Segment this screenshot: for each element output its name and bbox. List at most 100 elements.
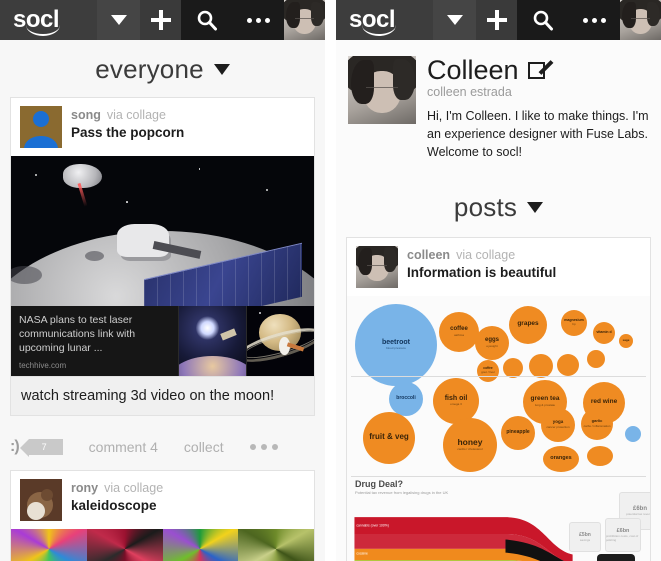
search-icon [533,10,553,31]
feed-title: everyone [95,54,204,84]
feed-header-posts[interactable]: posts [336,173,661,237]
kaleidoscope-thumb[interactable] [87,529,163,561]
dual-phone-screenshot: socl everyone song via collage Pass the … [0,0,661,561]
collect-button[interactable]: collect [184,439,224,455]
bubble-label: eggs [484,337,499,344]
infographic-information-is-beautiful[interactable]: beetroot blood pressure coffee asthma eg… [347,295,650,561]
bubble-tail-blue [625,425,641,442]
post-meta: song via collage Pass the popcorn [71,106,184,140]
nav-search-button[interactable] [517,9,569,31]
reaction-count-badge[interactable]: 7 [19,439,63,457]
post-more-button[interactable] [249,444,278,450]
stat-chip-sub: prohibition costs, cost of policing [606,533,639,542]
bubble-oranges: oranges [543,445,579,472]
article-caption[interactable]: NASA plans to test laser communications … [11,306,178,376]
feed-everyone[interactable]: everyone song via collage Pass the popco… [0,40,325,561]
bubble-sublabel: gout / liver [481,370,495,375]
bubble-label: green tea [530,395,560,403]
bubble-coffee-asthma: coffee asthma [439,311,479,352]
plus-icon [486,10,507,30]
comment-button[interactable]: comment 4 [89,439,158,455]
post-title[interactable]: Information is beautiful [407,265,556,280]
nav-add-button[interactable] [140,0,181,40]
stat-chip: £6bn prohibition costs, cost of policing [605,517,641,552]
nav-search-button[interactable] [181,9,233,31]
bubble-eggs: eggs eyesight [475,325,509,360]
user-avatar [620,0,661,40]
post-header: song via collage Pass the popcorn [11,98,314,156]
nav-dropdown-button[interactable] [97,0,140,40]
post-author-name[interactable]: rony [71,481,98,495]
socl-logo[interactable]: socl [336,0,433,40]
profile-photo [348,56,416,124]
chevron-down-icon [213,64,230,75]
feed-header-everyone[interactable]: everyone [0,40,325,97]
nav-avatar-button[interactable] [620,0,661,40]
post-card[interactable]: colleen via collage Information is beaut… [346,236,651,561]
post-card[interactable]: song via collage Pass the popcorn NASA p… [10,97,315,416]
nav-more-button[interactable] [569,17,620,23]
bubble-yoga: yoga cancer protection [541,407,575,442]
ellipsis-icon [247,17,270,23]
post-author-avatar[interactable] [20,106,62,148]
bubble-sage: sage [619,333,633,348]
post-title[interactable]: Pass the popcorn [71,125,184,140]
post-action-bar: :) 7 comment 4 collect [0,426,325,470]
bubble-label: beetroot [382,338,410,346]
post-author-avatar[interactable] [356,245,398,288]
chevron-down-icon [110,15,127,25]
kaleidoscope-thumb[interactable] [163,529,239,561]
bubble-label: oranges [550,454,572,461]
post-author-name[interactable]: song [71,108,101,122]
kaleidoscope-thumb[interactable] [11,529,87,561]
bubble-sublabel: carbs / inflammation [583,423,611,428]
top-navbar: socl [0,0,325,40]
article-thumb-flare[interactable] [178,306,246,376]
post-header: colleen via collage Information is beaut… [347,238,650,296]
profile-bio: Hi, I'm Colleen. I like to make things. … [427,109,649,159]
post-media-moon-image[interactable] [11,156,314,306]
nav-avatar-button[interactable] [284,0,325,40]
bubble-misc-d [587,349,605,368]
user-avatar [284,0,325,40]
bubble-vitamin-d: vitamin d [593,321,615,344]
post-author-avatar[interactable] [20,479,62,521]
bubble-fish-oil: coffee gout / liver [477,359,499,382]
infographic-divider [351,375,646,377]
probe-icon [62,163,102,188]
bubble-misc-a [503,357,523,378]
post-card[interactable]: rony via collage kaleidoscope [10,470,315,561]
bubble-misc-b [529,353,553,378]
svg-text:cocaine: cocaine [356,551,368,555]
kaleidoscope-gallery[interactable] [11,529,314,561]
article-thumb-saturn[interactable] [246,306,314,376]
bubble-label: sage [622,338,630,343]
kaleidoscope-thumb[interactable] [238,529,314,561]
infographic-section-title: Drug Deal? [355,478,404,489]
bubble-tail-a [587,445,613,466]
smiley-reaction-button[interactable]: :) [10,438,20,456]
profile-avatar[interactable] [348,56,416,124]
socl-logo[interactable]: socl [0,0,97,40]
nav-more-button[interactable] [233,17,284,23]
bubble-sublabel: asthma [454,332,464,337]
post-article-strip[interactable]: NASA plans to test laser communications … [11,306,314,376]
ellipsis-icon [583,17,606,23]
bubble-pineapple: pineapple [501,415,535,450]
stat-chip-sub: savings [579,537,591,542]
edit-pencil-icon[interactable] [527,59,553,79]
profile-feed[interactable]: Colleen colleen estrada Hi, I'm Colleen.… [336,40,661,561]
stat-chip-sub: potential tax revenue [626,511,650,516]
profile-photo [356,245,398,288]
post-meta: colleen via collage Information is beaut… [407,246,556,280]
bubble-misc-c [557,353,579,376]
sankey-total-chip: £1.5bn Total potential tax revenue from … [597,553,635,561]
bubble-label: red wine [590,398,618,406]
profile-handle: colleen estrada [427,85,512,100]
nav-dropdown-button[interactable] [433,0,476,40]
bubble-honey: honey cardio / cholesterol [443,417,497,472]
post-title[interactable]: kaleidoscope [71,498,163,513]
post-author-name[interactable]: colleen [407,248,450,262]
post-via-label: via collage [106,108,166,122]
nav-add-button[interactable] [476,0,517,40]
